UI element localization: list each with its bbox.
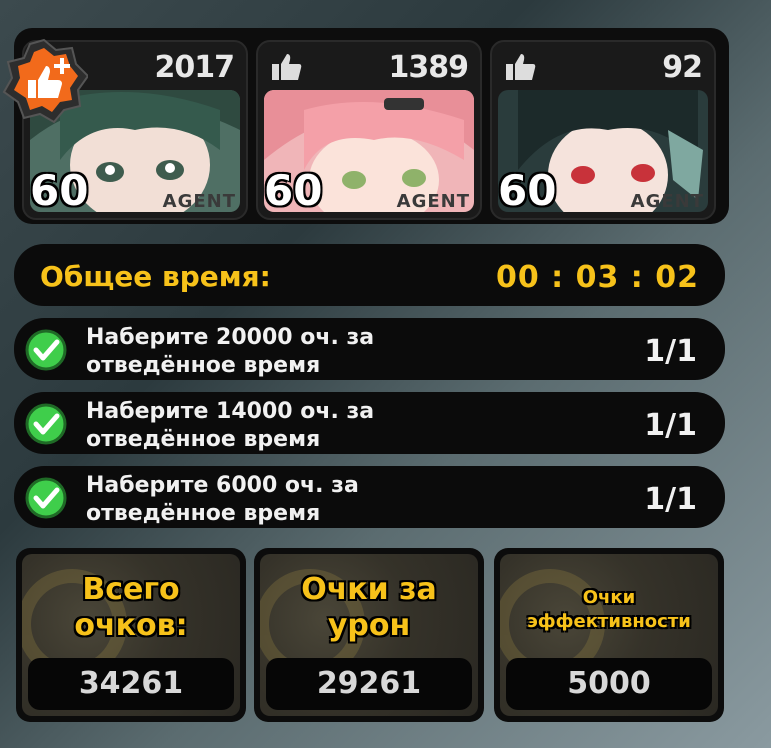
total-time-label: Общее время:	[40, 260, 271, 293]
score-title-line: эффективности	[527, 611, 691, 632]
agent-level-1: 60	[30, 166, 89, 215]
agent-likes-2: 1389	[388, 50, 469, 85]
thumbs-up-icon	[272, 54, 302, 80]
agent-tag-3: AGENT	[630, 191, 704, 212]
task-row-2: Наберите 14000 оч. за отведённое время 1…	[14, 392, 725, 454]
task-line-2: отведённое время	[86, 353, 321, 378]
score-box-efficiency: Очки эффективности 5000	[494, 548, 724, 722]
score-title-line: очков:	[74, 608, 188, 643]
task-count-1: 1/1	[644, 334, 697, 369]
task-line-2: отведённое время	[86, 501, 321, 526]
task-line-2: отведённое время	[86, 427, 321, 452]
task-row-1: Наберите 20000 оч. за отведённое время 1…	[14, 318, 725, 380]
task-text-3: Наберите 6000 оч. за отведённое время	[86, 472, 359, 528]
score-value-damage: 29261	[266, 658, 472, 710]
task-line-1: Наберите 20000 оч. за	[86, 325, 375, 350]
score-box-total: Всего очков: 34261	[16, 548, 246, 722]
total-time-row: Общее время: 00 : 03 : 02	[14, 244, 725, 306]
score-title-damage: Очки за урон	[260, 572, 478, 644]
agent-level-2: 60	[264, 166, 323, 215]
score-title-total: Всего очков:	[22, 572, 240, 644]
agent-tag-1: AGENT	[162, 191, 236, 212]
score-value-efficiency: 5000	[506, 658, 712, 710]
task-line-1: Наберите 6000 оч. за	[86, 473, 359, 498]
agent-card-2[interactable]: 1389 60 AGENT	[256, 40, 482, 220]
task-line-1: Наберите 14000 оч. за	[86, 399, 375, 424]
agent-likes-3: 92	[662, 50, 703, 85]
score-title-efficiency: Очки эффективности	[500, 586, 718, 634]
task-row-3: Наберите 6000 оч. за отведённое время 1/…	[14, 466, 725, 528]
agent-likes-1: 2017	[154, 50, 235, 85]
score-title-line: урон	[327, 608, 411, 643]
total-time-value: 00 : 03 : 02	[495, 260, 699, 295]
task-text-2: Наберите 14000 оч. за отведённое время	[86, 398, 374, 454]
score-title-line: Всего	[82, 572, 180, 607]
check-circle-icon	[25, 403, 67, 445]
score-title-line: Очки за	[301, 572, 437, 607]
task-count-3: 1/1	[644, 482, 697, 517]
check-circle-icon	[25, 329, 67, 371]
score-box-damage: Очки за урон 29261	[254, 548, 484, 722]
top-like-badge-icon	[0, 36, 90, 124]
agent-tag-2: AGENT	[396, 191, 470, 212]
check-circle-icon	[25, 477, 67, 519]
task-count-2: 1/1	[644, 408, 697, 443]
task-text-1: Наберите 20000 оч. за отведённое время	[86, 324, 374, 380]
score-title-line: Очки	[582, 587, 636, 608]
score-value-total: 34261	[28, 658, 234, 710]
thumbs-up-icon	[506, 54, 536, 80]
agent-level-3: 60	[498, 166, 557, 215]
agent-card-3[interactable]: 92 60 AGENT	[490, 40, 716, 220]
